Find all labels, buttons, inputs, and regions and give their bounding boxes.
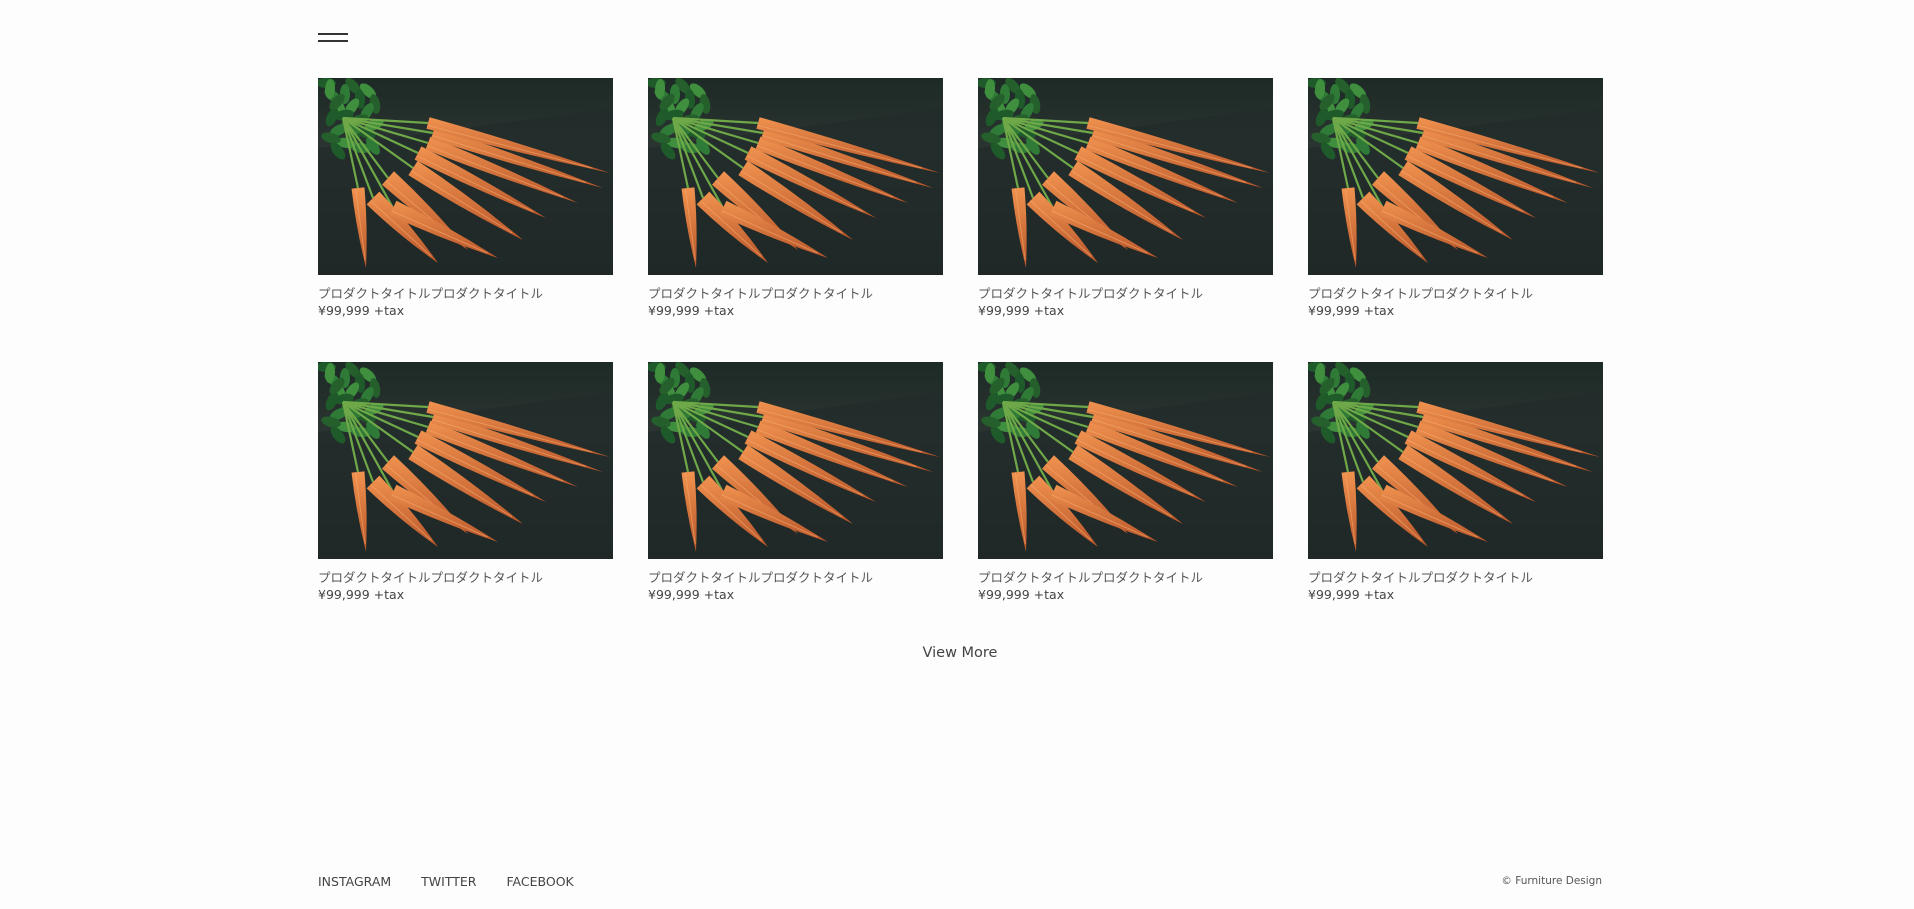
social-links: INSTAGRAM TWITTER FACEBOOK <box>318 874 574 889</box>
product-image[interactable] <box>318 78 613 275</box>
product-image[interactable] <box>978 362 1273 559</box>
product-card[interactable]: プロダクトタイトルプロダクトタイトル ¥99,999 +tax <box>318 78 613 332</box>
view-more-button[interactable]: View More <box>923 645 998 661</box>
carrots-photo <box>1308 362 1603 559</box>
carrots-photo <box>318 78 613 275</box>
carrots-photo <box>648 362 943 559</box>
product-title[interactable]: プロダクトタイトルプロダクトタイトル <box>1308 570 1603 586</box>
twitter-link[interactable]: TWITTER <box>421 874 476 889</box>
hamburger-menu-button[interactable] <box>318 31 348 43</box>
view-more-wrapper: View More <box>318 645 1602 661</box>
product-card[interactable]: プロダクトタイトルプロダクトタイトル ¥99,999 +tax <box>1308 362 1603 616</box>
product-image[interactable] <box>648 78 943 275</box>
product-price: ¥99,999 +tax <box>978 587 1065 602</box>
product-price: ¥99,999 +tax <box>318 303 405 318</box>
product-price: ¥99,999 +tax <box>648 303 735 318</box>
product-card[interactable]: プロダクトタイトルプロダクトタイトル ¥99,999 +tax <box>978 362 1273 616</box>
product-card[interactable]: プロダクトタイトルプロダクトタイトル ¥99,999 +tax <box>318 362 613 616</box>
carrots-photo <box>978 362 1273 559</box>
carrots-photo <box>1308 78 1603 275</box>
facebook-link[interactable]: FACEBOOK <box>507 874 574 889</box>
product-title[interactable]: プロダクトタイトルプロダクトタイトル <box>978 570 1273 586</box>
product-image[interactable] <box>1308 78 1603 275</box>
product-price: ¥99,999 +tax <box>978 303 1065 318</box>
product-listing-page: プロダクトタイトルプロダクトタイトル ¥99,999 +tax プロダクトタイト… <box>0 0 1914 909</box>
carrots-photo <box>648 78 943 275</box>
instagram-link[interactable]: INSTAGRAM <box>318 874 391 889</box>
product-price: ¥99,999 +tax <box>648 587 735 602</box>
product-title[interactable]: プロダクトタイトルプロダクトタイトル <box>1308 286 1603 302</box>
product-title[interactable]: プロダクトタイトルプロダクトタイトル <box>318 286 613 302</box>
product-image[interactable] <box>318 362 613 559</box>
product-title[interactable]: プロダクトタイトルプロダクトタイトル <box>648 286 943 302</box>
product-price: ¥99,999 +tax <box>1308 587 1395 602</box>
copyright-text: © Furniture Design <box>1501 875 1602 887</box>
product-title[interactable]: プロダクトタイトルプロダクトタイトル <box>648 570 943 586</box>
product-image[interactable] <box>648 362 943 559</box>
product-image[interactable] <box>1308 362 1603 559</box>
footer: INSTAGRAM TWITTER FACEBOOK © Furniture D… <box>318 874 1602 894</box>
product-card[interactable]: プロダクトタイトルプロダクトタイトル ¥99,999 +tax <box>648 78 943 332</box>
product-image[interactable] <box>978 78 1273 275</box>
product-price: ¥99,999 +tax <box>1308 303 1395 318</box>
product-card[interactable]: プロダクトタイトルプロダクトタイトル ¥99,999 +tax <box>648 362 943 616</box>
product-card[interactable]: プロダクトタイトルプロダクトタイトル ¥99,999 +tax <box>978 78 1273 332</box>
product-title[interactable]: プロダクトタイトルプロダクトタイトル <box>978 286 1273 302</box>
carrots-photo <box>318 362 613 559</box>
product-grid: プロダクトタイトルプロダクトタイトル ¥99,999 +tax プロダクトタイト… <box>318 78 1603 616</box>
product-card[interactable]: プロダクトタイトルプロダクトタイトル ¥99,999 +tax <box>1308 78 1603 332</box>
product-title[interactable]: プロダクトタイトルプロダクトタイトル <box>318 570 613 586</box>
carrots-photo <box>978 78 1273 275</box>
product-price: ¥99,999 +tax <box>318 587 405 602</box>
